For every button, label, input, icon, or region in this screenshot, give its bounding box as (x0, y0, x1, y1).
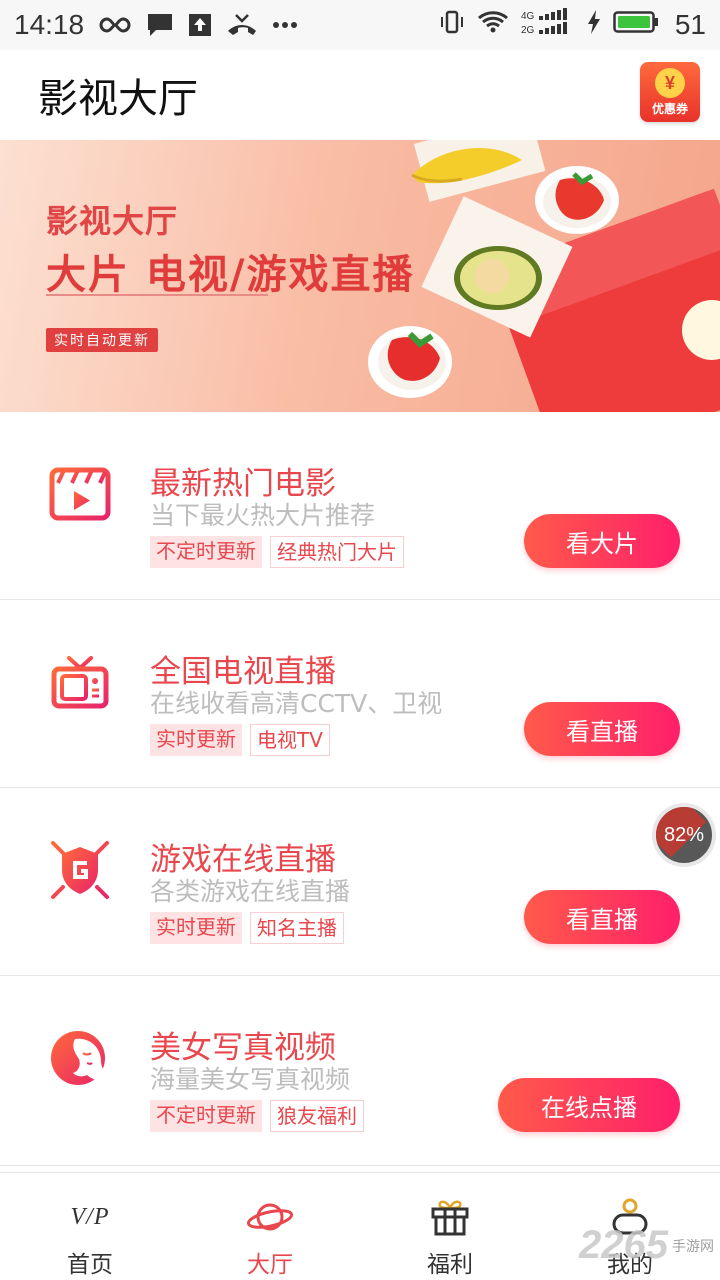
item-tags: 不定时更新 经典热门大片 (150, 536, 404, 568)
tag: 实时更新 (150, 912, 242, 944)
page-title: 影视大厅 (38, 76, 198, 122)
item-tags: 实时更新 电视TV (150, 724, 330, 756)
promo-banner[interactable]: 影视大厅 大片 电视/游戏直播 实时自动更新 (0, 140, 720, 412)
missed-call-icon (226, 13, 258, 37)
list-item-beauty[interactable]: 美女写真视频 海量美女写真视频 不定时更新 狼友福利 在线点播 (0, 976, 720, 1166)
item-description: 当下最火热大片推荐 (150, 501, 376, 530)
watermark-text: 手游网 (672, 1238, 714, 1255)
coupon-label: 优惠券 (651, 102, 688, 116)
banner-headline: 大片 电视/游戏直播 (46, 252, 415, 298)
tag: 经典热门大片 (270, 536, 404, 568)
planet-icon (246, 1197, 294, 1237)
battery-level: 51 (674, 9, 706, 40)
app-header: 影视大厅 ¥ 优惠券 (0, 50, 720, 140)
float-badge-label: 82% (663, 823, 705, 846)
tag: 不定时更新 (150, 536, 262, 568)
status-time: 14:18 (14, 9, 85, 40)
list-item-games[interactable]: 游戏在线直播 各类游戏在线直播 实时更新 知名主播 看直播 (0, 788, 720, 976)
gift-icon (430, 1197, 470, 1237)
beauty-icon (48, 1026, 112, 1090)
vibrate-icon (439, 9, 465, 42)
charging-icon (587, 9, 601, 41)
signal-icon: 4G 2G (521, 7, 575, 43)
game-icon (48, 838, 112, 902)
status-bar: 14:18 4G 2G 51 (0, 0, 720, 50)
nav-label: 大厅 (247, 1252, 293, 1278)
nav-item-welfare[interactable]: 福利 (360, 1173, 540, 1280)
nav-item-hall[interactable]: 大厅 (180, 1173, 360, 1280)
watermark-number: 2265 (579, 1223, 668, 1267)
tag: 狼友福利 (270, 1100, 364, 1132)
tag: 实时更新 (150, 724, 242, 756)
tv-icon (48, 650, 112, 714)
nav-item-home[interactable]: V/P 首页 (0, 1173, 180, 1280)
item-tags: 不定时更新 狼友福利 (150, 1100, 364, 1132)
banner-tag: 实时自动更新 (46, 328, 158, 352)
message-icon (146, 12, 174, 38)
battery-icon (613, 10, 659, 41)
vip-icon: V/P (71, 1197, 110, 1237)
item-description: 海量美女写真视频 (150, 1065, 351, 1094)
list-item-tv[interactable]: 全国电视直播 在线收看高清CCTV、卫视 实时更新 电视TV 看直播 (0, 600, 720, 788)
watch-tv-button[interactable]: 看直播 (524, 702, 680, 756)
banner-divider (46, 294, 268, 296)
floating-progress-badge[interactable]: 82% (652, 803, 716, 867)
watch-game-live-button[interactable]: 看直播 (524, 890, 680, 944)
item-description: 在线收看高清CCTV、卫视 (150, 689, 443, 718)
banner-subtitle: 影视大厅 (46, 202, 179, 240)
tag: 不定时更新 (150, 1100, 262, 1132)
tag: 知名主播 (250, 912, 344, 944)
network-4g-label: 4G (521, 11, 535, 22)
more-icon (272, 21, 298, 29)
watch-movies-button[interactable]: 看大片 (524, 514, 680, 568)
coupon-button[interactable]: ¥ 优惠券 (640, 62, 700, 122)
watch-on-demand-button[interactable]: 在线点播 (498, 1078, 680, 1132)
list-item-movies[interactable]: 最新热门电影 当下最火热大片推荐 不定时更新 经典热门大片 看大片 (0, 412, 720, 600)
nav-label: 首页 (67, 1252, 113, 1278)
upload-icon (188, 13, 212, 37)
movie-icon (48, 462, 112, 526)
infinity-icon (98, 15, 132, 35)
coupon-coin-icon: ¥ (655, 68, 685, 98)
category-list: 最新热门电影 当下最火热大片推荐 不定时更新 经典热门大片 看大片 全国电视直播… (0, 412, 720, 1166)
wifi-icon (477, 9, 509, 42)
network-2g-label: 2G (521, 25, 535, 36)
tag: 电视TV (250, 724, 330, 756)
item-description: 各类游戏在线直播 (150, 877, 351, 906)
watermark: 2265 手游网 (579, 1223, 714, 1268)
nav-label: 福利 (427, 1252, 473, 1278)
vip-icon-text: V/P (70, 1203, 110, 1230)
item-tags: 实时更新 知名主播 (150, 912, 344, 944)
